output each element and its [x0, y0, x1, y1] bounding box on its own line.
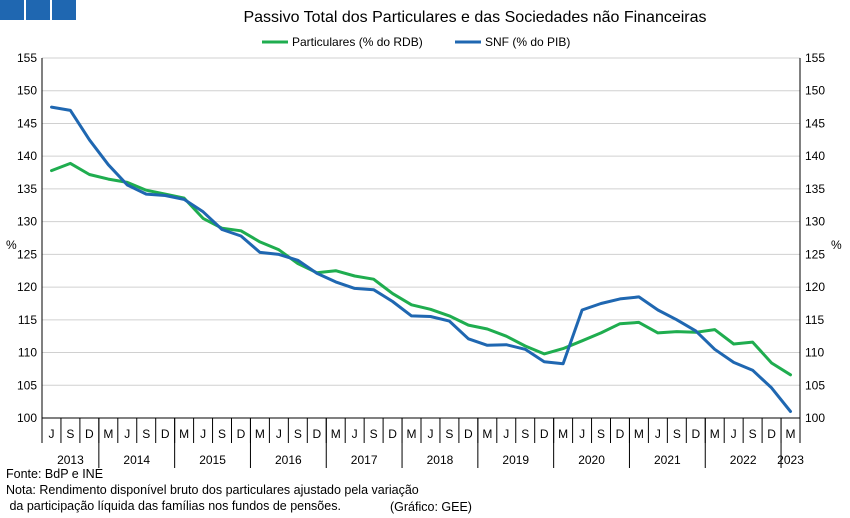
x-tick-label: M — [103, 427, 113, 441]
x-tick-label: S — [370, 427, 378, 441]
y-tick-label-left: 145 — [17, 116, 37, 130]
x-tick-label: M — [407, 427, 417, 441]
y-tick-label-left: 115 — [18, 313, 37, 327]
series-line-1 — [50, 105, 792, 413]
y-tick-label-right: 140 — [805, 149, 825, 163]
x-tick-label: D — [464, 427, 473, 441]
y-tick-label-right: 135 — [805, 182, 825, 196]
x-tick-label: D — [767, 427, 776, 441]
legend-label: Particulares (% do RDB) — [292, 35, 423, 49]
x-tick-label: J — [48, 427, 54, 441]
x-tick-label: D — [85, 427, 94, 441]
year-label: 2023 — [777, 453, 804, 467]
x-tick-label: J — [124, 427, 130, 441]
year-label: 2016 — [275, 453, 302, 467]
y-tick-label-left: 130 — [17, 215, 37, 229]
x-tick-label: S — [294, 427, 302, 441]
x-tick-label: D — [312, 427, 321, 441]
x-tick-label: D — [691, 427, 700, 441]
x-tick-label: S — [142, 427, 150, 441]
x-tick-label: J — [503, 427, 509, 441]
y-tick-label-right: 150 — [805, 84, 825, 98]
year-label: 2018 — [427, 453, 454, 467]
year-label: 2015 — [199, 453, 226, 467]
x-tick-label: S — [673, 427, 681, 441]
x-tick-label: D — [616, 427, 625, 441]
year-label: 2020 — [578, 453, 605, 467]
x-tick-label: J — [200, 427, 206, 441]
y-tick-label-left: 125 — [17, 247, 37, 261]
y-tick-label-left: 140 — [17, 149, 37, 163]
x-tick-label: S — [749, 427, 757, 441]
year-label: 2021 — [654, 453, 681, 467]
y-tick-label-right: 120 — [805, 280, 825, 294]
y-tick-label-right: 155 — [805, 51, 825, 65]
year-label: 2019 — [502, 453, 529, 467]
y-tick-label-left: 150 — [17, 84, 37, 98]
x-axis: JSDMJSDMJSDMJSDMJSDMJSDMJSDMJSDMJSDMJSDM… — [41, 417, 804, 468]
x-tick-label: J — [276, 427, 282, 441]
x-tick-label: D — [161, 427, 170, 441]
y-unit-right: % — [831, 238, 842, 252]
x-tick-label: D — [540, 427, 549, 441]
x-tick-label: D — [388, 427, 397, 441]
y-tick-label-right: 100 — [805, 411, 825, 425]
x-tick-label: S — [521, 427, 529, 441]
y-tick-label-right: 145 — [805, 116, 825, 130]
y-tick-label-left: 120 — [17, 280, 37, 294]
x-tick-label: M — [255, 427, 265, 441]
x-tick-label: J — [655, 427, 661, 441]
footer-notes: Fonte: BdP e INE Nota: Rendimento dispon… — [6, 466, 419, 514]
y-axis-right: 100 105 110 115 120 125 130 135 140 145 150 155 — [805, 51, 825, 425]
x-tick-label: J — [579, 427, 585, 441]
y-tick-label-right: 125 — [805, 247, 825, 261]
note-line-1: Nota: Rendimento disponível bruto dos pa… — [6, 483, 419, 497]
year-label: 2017 — [351, 453, 378, 467]
chart-title: Passivo Total dos Particulares e das Soc… — [243, 9, 706, 26]
x-tick-label: S — [218, 427, 226, 441]
x-tick-label: J — [352, 427, 358, 441]
x-tick-label: M — [482, 427, 492, 441]
x-tick-label: M — [786, 427, 796, 441]
year-label: 2013 — [57, 453, 84, 467]
y-tick-label-right: 110 — [805, 346, 824, 360]
line-chart: Passivo Total dos Particulares e das Soc… — [6, 9, 842, 468]
x-tick-label: J — [427, 427, 433, 441]
series-layer — [50, 105, 792, 413]
chart-credit: (Gráfico: GEE) — [390, 500, 472, 514]
y-tick-label-left: 105 — [17, 378, 37, 392]
x-tick-label: S — [597, 427, 605, 441]
y-tick-label-left: 155 — [17, 51, 37, 65]
year-label: 2014 — [123, 453, 150, 467]
y-tick-label-right: 105 — [805, 378, 825, 392]
x-tick-label: M — [558, 427, 568, 441]
x-tick-label: M — [634, 427, 644, 441]
source-text: Fonte: BdP e INE — [6, 467, 104, 481]
note-line-2: da participação líquida das famílias nos… — [6, 499, 341, 513]
x-tick-label: M — [179, 427, 189, 441]
y-tick-label-left: 135 — [17, 182, 37, 196]
legend-label: SNF (% do PIB) — [485, 35, 570, 49]
x-tick-label: D — [237, 427, 246, 441]
y-tick-label-left: 110 — [18, 346, 37, 360]
y-tick-label-right: 115 — [805, 313, 824, 327]
y-tick-label-left: 100 — [17, 411, 37, 425]
y-tick-label-right: 130 — [805, 215, 825, 229]
x-tick-label: S — [445, 427, 453, 441]
y-unit-left: % — [6, 238, 17, 252]
x-tick-label: J — [731, 427, 737, 441]
x-tick-label: M — [710, 427, 720, 441]
legend: Particulares (% do RDB) SNF (% do PIB) — [262, 35, 570, 49]
y-axis-left: 100 105 110 115 120 125 130 135 140 145 150 155 — [17, 51, 37, 425]
x-tick-label: M — [331, 427, 341, 441]
year-label: 2022 — [730, 453, 757, 467]
gridlines — [41, 57, 801, 419]
x-tick-label: S — [66, 427, 74, 441]
